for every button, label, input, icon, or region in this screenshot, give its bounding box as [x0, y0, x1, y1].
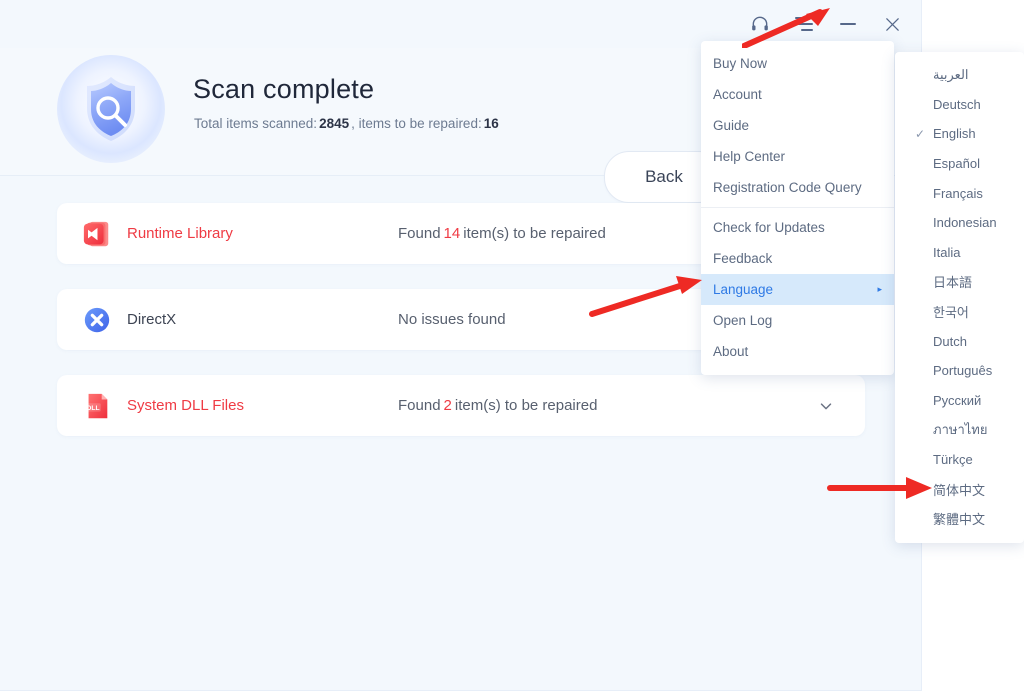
- language-label: Deutsch: [933, 96, 981, 112]
- result-name: System DLL Files: [127, 397, 244, 414]
- status-prefix: Found: [398, 225, 441, 242]
- language-item-turkce[interactable]: Türkçe: [895, 445, 1024, 475]
- menu-item-about[interactable]: About: [701, 336, 894, 367]
- directx-icon: [81, 304, 113, 336]
- menu-separator: [701, 207, 894, 208]
- hamburger-menu-icon[interactable]: [791, 11, 817, 37]
- language-item-italia[interactable]: Italia: [895, 238, 1024, 268]
- menu-item-language[interactable]: Language ▸: [701, 274, 894, 305]
- svg-text:DLL: DLL: [87, 405, 100, 412]
- language-label: Italia: [933, 244, 961, 260]
- status-count: 2: [443, 397, 452, 414]
- menu-item-guide[interactable]: Guide: [701, 110, 894, 141]
- menu-item-label: Check for Updates: [713, 220, 825, 235]
- status-suffix: item(s) to be repaired: [454, 397, 598, 414]
- language-label: Türkçe: [933, 452, 973, 468]
- language-item-francais[interactable]: Français: [895, 178, 1024, 208]
- menu-item-registration-code-query[interactable]: Registration Code Query: [701, 172, 894, 203]
- table-row[interactable]: DLL System DLL Files Found 2 item(s) to be…: [57, 375, 865, 436]
- screen: Scan complete Total items scanned: 2845, …: [0, 0, 1024, 697]
- chevron-down-icon[interactable]: [817, 397, 835, 415]
- repair-value: 16: [483, 116, 499, 131]
- menu-item-help-center[interactable]: Help Center: [701, 141, 894, 172]
- language-item-korean[interactable]: 한국어: [895, 297, 1024, 327]
- menu-item-label: About: [713, 344, 749, 359]
- language-label: English: [933, 126, 976, 142]
- menu-item-feedback[interactable]: Feedback: [701, 243, 894, 274]
- language-label: 日本語: [933, 275, 973, 291]
- menu-item-label: Buy Now: [713, 56, 768, 71]
- repair-label: items to be repaired:: [358, 116, 482, 131]
- language-label: Español: [933, 156, 980, 172]
- page-title: Scan complete: [193, 74, 375, 104]
- menu-item-label: Open Log: [713, 313, 773, 328]
- menu-item-label: Account: [713, 87, 762, 102]
- language-label: Dutch: [933, 333, 967, 349]
- language-label: 한국어: [933, 305, 969, 321]
- result-status: No issues found: [398, 311, 506, 328]
- language-item-indonesian[interactable]: Indonesian: [895, 208, 1024, 238]
- language-label: Português: [933, 363, 993, 379]
- language-item-traditional-chinese[interactable]: 繁體中文: [895, 504, 1024, 534]
- hamburger-lines: [795, 17, 813, 31]
- language-item-english[interactable]: ✓ English: [895, 119, 1024, 149]
- language-label: ภาษาไทย: [933, 422, 988, 438]
- menu-item-label: Guide: [713, 118, 750, 133]
- language-label: 简体中文: [933, 482, 986, 498]
- close-icon[interactable]: [879, 11, 905, 37]
- minimize-icon[interactable]: [835, 11, 861, 37]
- main-dropdown-menu: Buy Now Account Guide Help Center Regist…: [701, 41, 894, 375]
- status-prefix: Found: [398, 397, 441, 414]
- menu-item-account[interactable]: Account: [701, 79, 894, 110]
- menu-item-buy-now[interactable]: Buy Now: [701, 48, 894, 79]
- visual-studio-runtime-icon: [81, 218, 113, 250]
- status-suffix: item(s) to be repaired: [463, 225, 606, 242]
- language-submenu: العربية Deutsch ✓ English Español França…: [895, 52, 1024, 543]
- language-item-espanol[interactable]: Español: [895, 149, 1024, 179]
- language-label: Indonesian: [933, 215, 997, 231]
- language-label: Français: [933, 185, 983, 201]
- status-prefix: No issues found: [398, 311, 506, 328]
- menu-item-open-log[interactable]: Open Log: [701, 305, 894, 336]
- language-item-deutsch[interactable]: Deutsch: [895, 90, 1024, 120]
- result-name: Runtime Library: [127, 225, 233, 242]
- shield-scan-icon: [57, 55, 165, 163]
- language-item-dutch[interactable]: Dutch: [895, 326, 1024, 356]
- language-item-russian[interactable]: Русский: [895, 386, 1024, 416]
- result-name: DirectX: [127, 311, 177, 328]
- summary-comma: ,: [351, 116, 355, 131]
- language-label: 繁體中文: [933, 512, 986, 528]
- chevron-right-icon: ▸: [877, 284, 882, 294]
- language-item-japanese[interactable]: 日本語: [895, 267, 1024, 297]
- menu-item-check-for-updates[interactable]: Check for Updates: [701, 212, 894, 243]
- headset-icon[interactable]: [747, 11, 773, 37]
- minimize-line: [840, 23, 856, 25]
- status-count: 14: [443, 225, 461, 242]
- language-item-arabic[interactable]: العربية: [895, 60, 1024, 90]
- menu-item-label: Language: [713, 282, 774, 297]
- menu-item-label: Help Center: [713, 149, 786, 164]
- menu-item-label: Registration Code Query: [713, 180, 862, 195]
- language-label: Русский: [933, 392, 982, 408]
- language-label: العربية: [933, 66, 969, 82]
- language-item-simplified-chinese[interactable]: 简体中文: [895, 474, 1024, 504]
- language-item-portugues[interactable]: Português: [895, 356, 1024, 386]
- menu-item-label: Feedback: [713, 251, 773, 266]
- language-item-thai[interactable]: ภาษาไทย: [895, 415, 1024, 445]
- scanned-label: Total items scanned:: [194, 116, 318, 131]
- check-icon: ✓: [915, 126, 926, 141]
- scanned-value: 2845: [319, 116, 350, 131]
- dll-file-icon: DLL: [81, 390, 113, 422]
- result-status: Found 2 item(s) to be repaired: [398, 397, 597, 414]
- result-status: Found 14 item(s) to be repaired: [398, 225, 606, 242]
- scan-summary-text: Total items scanned: 2845, items to be re…: [194, 116, 501, 131]
